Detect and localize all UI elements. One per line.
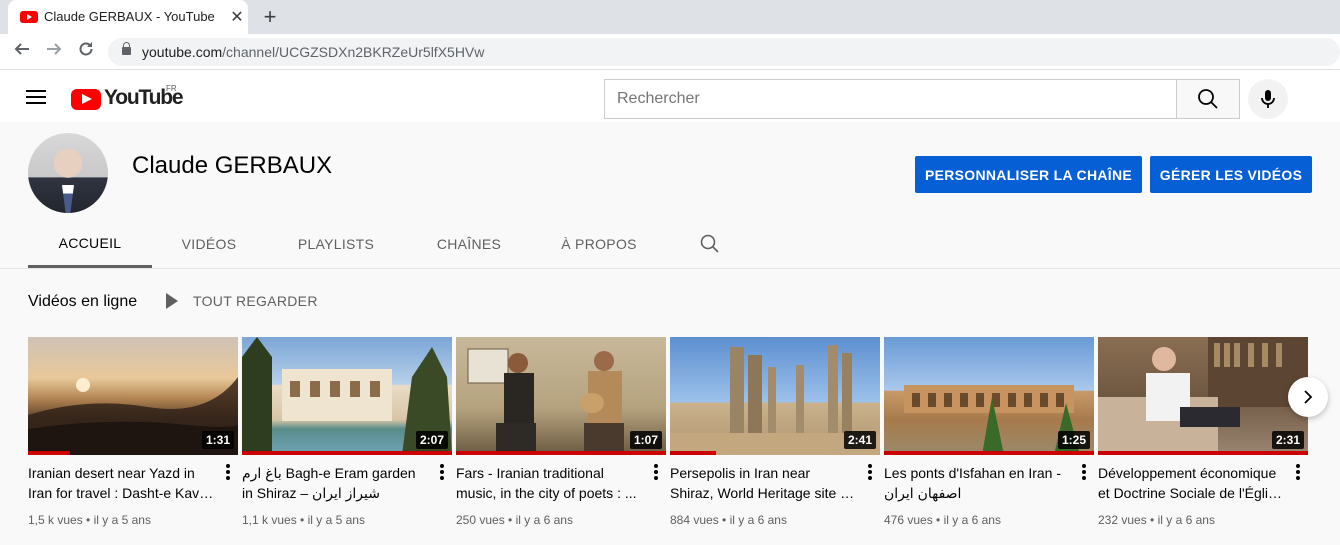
close-tab-icon[interactable]: ✕ bbox=[228, 7, 246, 27]
video-duration: 2:07 bbox=[415, 431, 448, 449]
forward-arrow-icon[interactable] bbox=[42, 40, 66, 64]
video-thumbnail[interactable]: 2:41 bbox=[670, 337, 880, 455]
scroll-next-button[interactable] bbox=[1288, 377, 1328, 417]
video-card[interactable]: 2:07 باغ ارم Bagh-e Eram garden in Shira… bbox=[242, 337, 452, 527]
video-duration: 1:07 bbox=[629, 431, 662, 449]
watch-progress-bar bbox=[456, 451, 666, 455]
video-meta: 1,5 k vues • il y a 5 ans bbox=[28, 513, 151, 527]
video-meta: 1,1 k vues • il y a 5 ans bbox=[242, 513, 365, 527]
youtube-header: YouTube FR bbox=[0, 70, 1340, 122]
tab-videos[interactable]: VIDÉOS bbox=[152, 220, 266, 268]
more-actions-icon[interactable] bbox=[1294, 462, 1302, 482]
channel-avatar bbox=[28, 133, 108, 213]
channel-header: Claude GERBAUX PERSONNALISER LA CHAÎNE G… bbox=[0, 122, 1340, 268]
video-card[interactable]: 1:07 Fars - Iranian traditional music, i… bbox=[456, 337, 666, 527]
browser-toolbar: youtube.com/channel/UCGZSDXn2BKRZeUr5lfX… bbox=[0, 34, 1340, 70]
video-duration: 2:41 bbox=[843, 431, 876, 449]
video-duration: 1:25 bbox=[1057, 431, 1090, 449]
video-meta: 476 vues • il y a 6 ans bbox=[884, 513, 1001, 527]
channel-search-icon[interactable] bbox=[692, 220, 728, 268]
video-card[interactable]: 1:31 Iranian desert near Yazd in Iran fo… bbox=[28, 337, 238, 527]
youtube-logo-icon[interactable] bbox=[71, 89, 101, 110]
watch-progress-bar bbox=[242, 451, 452, 455]
more-actions-icon[interactable] bbox=[652, 462, 660, 482]
video-card[interactable]: 1:25 Les ponts d'Isfahan en Iran - اصفها… bbox=[884, 337, 1094, 527]
browser-tabstrip: Claude GERBAUX - YouTube ✕ + bbox=[0, 0, 1340, 34]
search-icon bbox=[1198, 89, 1218, 109]
video-thumbnail[interactable]: 1:07 bbox=[456, 337, 666, 455]
video-meta: 250 vues • il y a 6 ans bbox=[456, 513, 573, 527]
more-actions-icon[interactable] bbox=[866, 462, 874, 482]
url-text: youtube.com/channel/UCGZSDXn2BKRZeUr5lfX… bbox=[142, 44, 485, 60]
play-all-label: TOUT REGARDER bbox=[193, 293, 318, 309]
tab-playlists[interactable]: PLAYLISTS bbox=[266, 220, 406, 268]
reload-icon[interactable] bbox=[74, 40, 98, 64]
more-actions-icon[interactable] bbox=[438, 462, 446, 482]
tab-a-propos[interactable]: À PROPOS bbox=[532, 220, 666, 268]
search-input[interactable] bbox=[605, 80, 1176, 118]
search-box bbox=[604, 79, 1177, 119]
lock-icon bbox=[122, 42, 131, 55]
channel-name: Claude GERBAUX bbox=[132, 152, 333, 179]
microphone-icon bbox=[1261, 90, 1275, 108]
chevron-right-icon bbox=[1304, 390, 1313, 404]
video-title[interactable]: Iranian desert near Yazd in Iran for tra… bbox=[28, 463, 214, 503]
video-meta: 884 vues • il y a 6 ans bbox=[670, 513, 787, 527]
youtube-favicon-icon bbox=[20, 11, 38, 23]
play-icon bbox=[166, 293, 178, 309]
video-card[interactable]: 2:31 Développement économique et Doctrin… bbox=[1098, 337, 1308, 527]
video-meta: 232 vues • il y a 6 ans bbox=[1098, 513, 1215, 527]
video-card[interactable]: 2:41 Persepolis in Iran near Shiraz, Wor… bbox=[670, 337, 880, 527]
country-code: FR bbox=[166, 84, 177, 93]
manage-videos-button[interactable]: GÉRER LES VIDÉOS bbox=[1150, 156, 1312, 193]
video-title[interactable]: باغ ارم Bagh-e Eram garden in Shiraz – ش… bbox=[242, 463, 428, 503]
browser-tab[interactable]: Claude GERBAUX - YouTube ✕ bbox=[8, 0, 248, 34]
play-all-button[interactable]: TOUT REGARDER bbox=[166, 293, 318, 309]
channel-content: Vidéos en ligne TOUT REGARDER 1:31 Irani… bbox=[0, 268, 1340, 545]
video-duration: 1:31 bbox=[201, 431, 234, 449]
new-tab-icon[interactable]: + bbox=[259, 4, 281, 30]
watch-progress-bar bbox=[670, 451, 717, 455]
watch-progress-bar bbox=[1098, 451, 1308, 455]
video-thumbnail[interactable]: 2:07 bbox=[242, 337, 452, 455]
video-thumbnail[interactable]: 1:25 bbox=[884, 337, 1094, 455]
video-thumbnail[interactable]: 2:31 bbox=[1098, 337, 1308, 455]
voice-search-button[interactable] bbox=[1248, 79, 1288, 119]
more-actions-icon[interactable] bbox=[1080, 462, 1088, 482]
video-duration: 2:31 bbox=[1271, 431, 1304, 449]
more-actions-icon[interactable] bbox=[224, 462, 232, 482]
customize-channel-button[interactable]: PERSONNALISER LA CHAÎNE bbox=[915, 156, 1142, 193]
video-title[interactable]: Persepolis in Iran near Shiraz, World He… bbox=[670, 463, 856, 503]
tab-accueil[interactable]: ACCUEIL bbox=[28, 220, 152, 268]
video-title[interactable]: Développement économique et Doctrine Soc… bbox=[1098, 463, 1284, 503]
section-title[interactable]: Vidéos en ligne bbox=[28, 293, 137, 311]
tab-title: Claude GERBAUX - YouTube bbox=[44, 9, 215, 24]
watch-progress-bar bbox=[28, 451, 70, 455]
tab-chaines[interactable]: CHAÎNES bbox=[406, 220, 532, 268]
watch-progress-bar bbox=[884, 451, 1094, 455]
address-bar[interactable]: youtube.com/channel/UCGZSDXn2BKRZeUr5lfX… bbox=[108, 38, 1340, 66]
video-title[interactable]: Fars - Iranian traditional music, in the… bbox=[456, 463, 642, 503]
search-button[interactable] bbox=[1176, 79, 1240, 119]
back-arrow-icon[interactable] bbox=[10, 40, 34, 64]
video-title[interactable]: Les ponts d'Isfahan en Iran - اصفهان ایر… bbox=[884, 463, 1070, 503]
menu-icon[interactable] bbox=[26, 90, 46, 104]
video-thumbnail[interactable]: 1:31 bbox=[28, 337, 238, 455]
